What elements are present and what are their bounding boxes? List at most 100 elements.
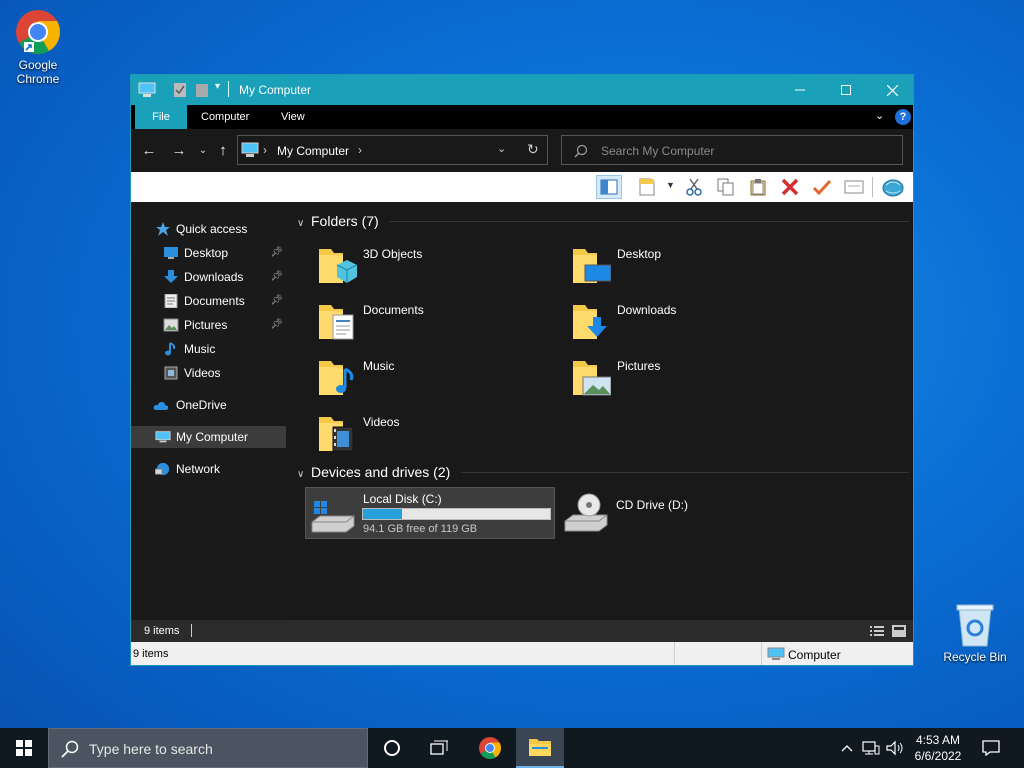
copy-button[interactable] [713,175,739,199]
tab-file-label: File [152,111,170,123]
drive-c-label: Local Disk (C:) [363,492,442,506]
folder-music[interactable]: Music [313,351,553,401]
drives-group-header[interactable]: ∨ Devices and drives (2) [297,464,450,480]
folder-3d-objects[interactable]: 3D Objects [313,239,553,289]
pin-icon[interactable]: 📌︎ [270,314,283,336]
drive-cd-d[interactable]: CD Drive (D:) [559,487,809,539]
address-bar[interactable]: › My Computer › ⌄ ↻ [237,135,548,165]
details-view-icon[interactable] [869,624,885,638]
drive-local-disk-c[interactable]: Local Disk (C:) 94.1 GB free of 119 GB [305,487,555,539]
expand-ribbon-icon[interactable]: ⌄ [875,109,884,122]
network-icon [862,741,880,755]
breadcrumb-separator-icon[interactable]: › [263,143,267,157]
notification-icon [982,740,1000,756]
videos-icon [164,366,178,380]
folder-videos[interactable]: Videos [313,407,553,457]
title-bar[interactable]: ▾ My Computer [131,75,913,105]
back-button[interactable]: ← [139,141,159,161]
delete-icon [781,178,799,196]
action-center-button[interactable] [968,728,1014,768]
folder-music-label: Music [363,359,395,373]
search-box[interactable]: Search My Computer [561,135,903,165]
recent-locations-button[interactable]: ⌄ [193,141,213,161]
new-folder-icon[interactable] [195,82,209,98]
customize-quick-access-icon[interactable]: ▾ [215,81,220,97]
properties-button[interactable] [841,175,867,199]
minimize-button[interactable] [777,75,823,105]
pin-icon[interactable]: 📌︎ [270,242,283,264]
start-button[interactable] [0,728,48,768]
tab-computer-label: Computer [201,111,250,123]
forward-button[interactable]: → [169,141,189,161]
properties-icon[interactable] [173,82,187,98]
show-hidden-icons-button[interactable] [836,728,858,768]
globe-button[interactable] [880,175,906,199]
nav-documents[interactable]: Documents 📌︎ [131,290,286,312]
close-button[interactable] [869,75,913,105]
nav-downloads[interactable]: Downloads 📌︎ [131,266,286,288]
tiles-view-icon[interactable] [891,624,907,638]
nav-quick-access[interactable]: Quick access [131,218,286,240]
pin-icon[interactable]: 📌︎ [270,266,283,288]
tab-computer[interactable]: Computer [187,105,263,129]
tab-view[interactable]: View [267,105,319,129]
breadcrumb-chevron-icon[interactable]: › [358,143,362,157]
help-icon[interactable]: ? [895,109,911,125]
star-icon [156,222,170,236]
pin-icon[interactable]: 📌︎ [270,290,283,312]
folder-documents[interactable]: Documents [313,295,553,345]
folder-pictures[interactable]: Pictures [567,351,807,401]
preview-pane-button[interactable] [596,175,622,199]
drive-c-usage-bar [362,508,551,520]
desktop-recycle-label: Recycle Bin [943,650,1007,664]
local-disk-icon [311,501,355,533]
nav-desktop[interactable]: Desktop 📌︎ [131,242,286,264]
taskbar-chrome[interactable] [466,728,514,768]
cortana-button[interactable] [368,728,416,768]
nav-pictures[interactable]: Pictures 📌︎ [131,314,286,336]
address-dropdown-icon[interactable]: ⌄ [497,142,506,155]
desktop-chrome-shortcut[interactable]: Google Chrome [3,8,73,86]
rename-button[interactable] [809,175,835,199]
new-item-button[interactable] [634,175,660,199]
nav-videos[interactable]: Videos [131,362,286,384]
up-button[interactable]: ↑ [213,141,233,161]
folder-desktop[interactable]: Desktop [567,239,807,289]
properties-icon [844,180,864,194]
new-item-icon [639,178,655,196]
refresh-icon[interactable]: ↻ [527,141,539,158]
folder-music-icon [319,361,354,395]
volume-button[interactable] [884,728,906,768]
taskbar-clock[interactable]: 4:53 AM 6/6/2022 [906,732,970,764]
maximize-button[interactable] [823,75,869,105]
new-item-dropdown-icon[interactable]: ▼ [666,180,675,190]
tab-file[interactable]: File [135,105,187,129]
folder-downloads[interactable]: Downloads [567,295,807,345]
taskbar-file-explorer[interactable] [516,728,564,768]
address-text[interactable]: My Computer [277,144,349,158]
task-view-button[interactable] [416,728,464,768]
folder-downloads-label: Downloads [617,303,677,317]
nav-my-computer[interactable]: My Computer [131,426,286,448]
status-separator [191,624,192,637]
paste-button[interactable] [745,175,771,199]
network-tray-button[interactable] [860,728,882,768]
drives-divider [461,472,909,473]
delete-button[interactable] [777,175,803,199]
taskbar-search[interactable]: Type here to search [48,728,368,768]
nav-network[interactable]: Network [131,458,286,480]
folder-documents-icon [319,305,354,340]
documents-icon [164,294,178,308]
nav-music[interactable]: Music [131,338,286,360]
nav-onedrive[interactable]: OneDrive [131,394,286,416]
details-status-bar: 9 items Computer [131,642,913,665]
cut-button[interactable] [681,175,707,199]
folders-group-header[interactable]: ∨ Folders (7) [297,213,379,229]
music-icon [165,342,176,356]
file-explorer-icon [529,739,551,756]
chrome-icon [16,10,60,54]
folder-pictures-icon [573,361,611,396]
checkmark-icon [812,179,832,196]
desktop-icon [164,247,178,259]
desktop-recycle-bin[interactable]: Recycle Bin [940,602,1010,664]
